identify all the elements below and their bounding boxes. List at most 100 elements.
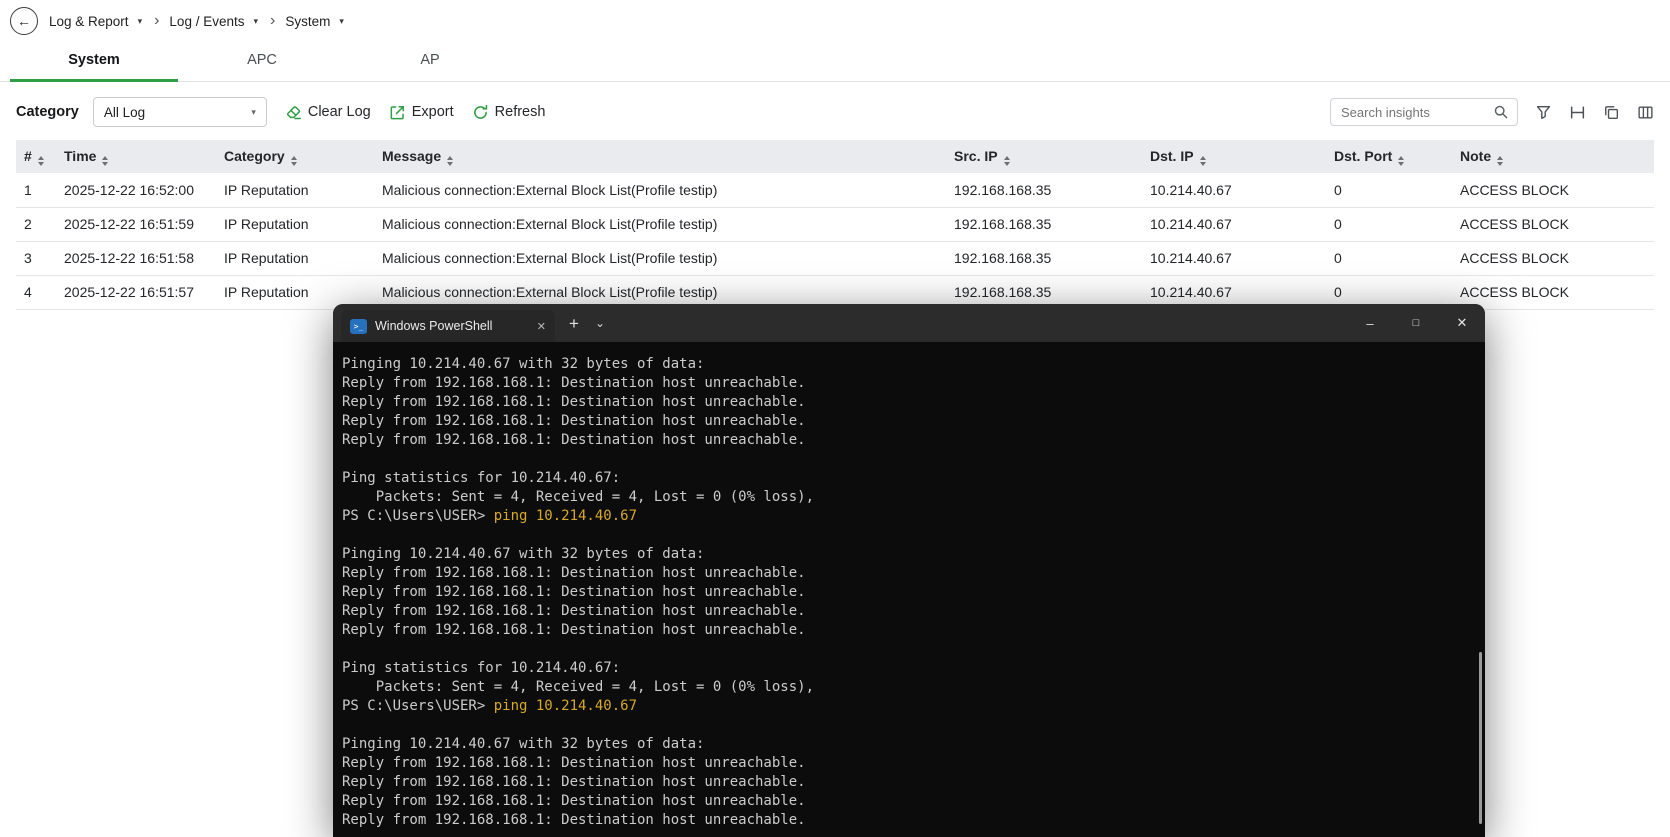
table-cell: 0 bbox=[1326, 241, 1452, 276]
sort-icon bbox=[1199, 155, 1206, 166]
column-header-label: Time bbox=[64, 147, 97, 164]
column-header-num[interactable]: # bbox=[16, 140, 56, 173]
columns-icon[interactable] bbox=[1637, 104, 1654, 121]
breadcrumb-separator: › bbox=[154, 12, 160, 29]
table-cell: ACCESS BLOCK bbox=[1452, 241, 1654, 276]
table-cell: ACCESS BLOCK bbox=[1452, 173, 1654, 208]
terminal-scrollbar[interactable] bbox=[1479, 652, 1482, 824]
minimize-button[interactable]: – bbox=[1347, 304, 1393, 342]
sort-icon bbox=[1003, 155, 1010, 166]
powershell-icon: >_ bbox=[350, 318, 367, 334]
breadcrumb-item-log-report[interactable]: Log & Report bbox=[49, 14, 129, 29]
clear-log-label: Clear Log bbox=[307, 104, 371, 120]
chevron-down-icon[interactable]: ▾ bbox=[251, 14, 260, 29]
category-label: Category bbox=[16, 104, 79, 120]
table-cell: 2025-12-22 16:51:59 bbox=[56, 207, 216, 242]
column-header-label: Dst. Port bbox=[1334, 147, 1393, 164]
toolbar: Category All Log ▾ Clear Log Export Refr… bbox=[0, 82, 1670, 140]
terminal-line: Packets: Sent = 4, Received = 4, Lost = … bbox=[342, 489, 815, 505]
column-header-category[interactable]: Category bbox=[216, 140, 374, 173]
close-button[interactable]: ✕ bbox=[1439, 304, 1485, 342]
table-cell: ACCESS BLOCK bbox=[1452, 207, 1654, 242]
search-insights-box[interactable] bbox=[1330, 98, 1518, 126]
terminal-line: Pinging 10.214.40.67 with 32 bytes of da… bbox=[342, 356, 705, 372]
category-selected-value: All Log bbox=[103, 104, 146, 120]
tab-system[interactable]: System bbox=[10, 42, 178, 82]
terminal-output: Pinging 10.214.40.67 with 32 bytes of da… bbox=[333, 342, 1485, 830]
terminal-line: Packets: Sent = 4, Received = 4, Lost = … bbox=[342, 679, 815, 695]
chevron-down-icon[interactable]: ▾ bbox=[136, 14, 145, 29]
chevron-down-icon[interactable]: ▾ bbox=[337, 14, 346, 29]
table-cell: 0 bbox=[1326, 207, 1452, 242]
refresh-label: Refresh bbox=[494, 104, 546, 120]
column-header-message[interactable]: Message bbox=[374, 140, 946, 173]
column-header-label: Category bbox=[224, 147, 285, 164]
tab-bar: System APC AP bbox=[0, 42, 1670, 82]
sort-icon bbox=[1398, 155, 1405, 166]
filter-icon[interactable] bbox=[1535, 104, 1552, 121]
column-header-label: Src. IP bbox=[954, 147, 998, 164]
column-header-dst-ip[interactable]: Dst. IP bbox=[1142, 140, 1326, 173]
maximize-button[interactable]: □ bbox=[1393, 304, 1439, 342]
table-row[interactable]: 2 2025-12-22 16:51:59 IP Reputation Malicio… bbox=[16, 207, 1654, 242]
export-button[interactable]: Export bbox=[389, 104, 454, 121]
table-cell: 192.168.168.35 bbox=[946, 241, 1142, 276]
tab-apc[interactable]: APC bbox=[178, 42, 346, 81]
column-header-label: Note bbox=[1460, 147, 1492, 164]
table-cell: 10.214.40.67 bbox=[1142, 173, 1326, 208]
terminal-line: Reply from 192.168.168.1: Destination ho… bbox=[342, 432, 806, 448]
terminal-line: Reply from 192.168.168.1: Destination ho… bbox=[342, 793, 806, 809]
sort-icon bbox=[290, 155, 297, 166]
sort-icon bbox=[447, 155, 454, 166]
tab-close-icon[interactable]: ✕ bbox=[537, 320, 546, 333]
table-row[interactable]: 1 2025-12-22 16:52:00 IP Reputation Malicio… bbox=[16, 173, 1654, 208]
table-cell: 2025-12-22 16:52:00 bbox=[56, 173, 216, 208]
search-input[interactable] bbox=[1339, 103, 1487, 121]
breadcrumb-item-log-events[interactable]: Log / Events bbox=[169, 14, 244, 29]
table-cell: 10.214.40.67 bbox=[1142, 241, 1326, 276]
export-label: Export bbox=[411, 104, 454, 120]
copy-icon[interactable] bbox=[1603, 104, 1620, 121]
search-icon[interactable] bbox=[1493, 104, 1509, 120]
table-row[interactable]: 3 2025-12-22 16:51:58 IP Reputation Malicio… bbox=[16, 241, 1654, 276]
table-cell: IP Reputation bbox=[216, 173, 374, 208]
column-header-label: Message bbox=[382, 147, 442, 164]
table-cell: IP Reputation bbox=[216, 207, 374, 242]
terminal-line: Reply from 192.168.168.1: Destination ho… bbox=[342, 774, 806, 790]
terminal-line: Reply from 192.168.168.1: Destination ho… bbox=[342, 375, 806, 391]
clear-log-button[interactable]: Clear Log bbox=[285, 104, 371, 121]
column-header-label: # bbox=[24, 147, 32, 164]
column-header-src-ip[interactable]: Src. IP bbox=[946, 140, 1142, 173]
log-table: # Time Category Message Src. IP Dst. IP Dst. P… bbox=[16, 140, 1654, 310]
terminal-titlebar[interactable]: >_ Windows PowerShell ✕ + ⌄ – □ ✕ bbox=[333, 304, 1485, 342]
table-cell: 4 bbox=[16, 275, 56, 310]
back-button[interactable]: ← bbox=[10, 7, 38, 35]
terminal-line: Ping statistics for 10.214.40.67: bbox=[342, 660, 621, 676]
column-header-note[interactable]: Note bbox=[1452, 140, 1654, 173]
column-header-label: Dst. IP bbox=[1150, 147, 1194, 164]
table-cell: IP Reputation bbox=[216, 241, 374, 276]
table-header-row: # Time Category Message Src. IP Dst. IP Dst. P… bbox=[16, 140, 1654, 173]
fit-column-width-icon[interactable] bbox=[1569, 104, 1586, 121]
breadcrumb: ← Log & Report ▾ › Log / Events ▾ › Syst… bbox=[0, 0, 1670, 42]
column-header-time[interactable]: Time bbox=[56, 140, 216, 173]
new-tab-button[interactable]: + bbox=[569, 315, 579, 332]
category-select[interactable]: All Log ▾ bbox=[92, 97, 267, 127]
terminal-tab[interactable]: >_ Windows PowerShell ✕ bbox=[341, 310, 555, 342]
refresh-icon bbox=[472, 104, 489, 121]
table-cell: 10.214.40.67 bbox=[1142, 207, 1326, 242]
table-cell: 2025-12-22 16:51:57 bbox=[56, 275, 216, 310]
sort-icon bbox=[1497, 155, 1504, 166]
breadcrumb-item-system[interactable]: System bbox=[285, 14, 330, 29]
table-cell: 0 bbox=[1326, 173, 1452, 208]
sort-icon bbox=[37, 155, 44, 166]
refresh-button[interactable]: Refresh bbox=[472, 104, 546, 121]
tab-dropdown-icon[interactable]: ⌄ bbox=[595, 317, 605, 329]
chevron-down-icon: ▾ bbox=[251, 106, 256, 117]
terminal-line: Pinging 10.214.40.67 with 32 bytes of da… bbox=[342, 546, 705, 562]
table-cell: Malicious connection:External Block List… bbox=[374, 241, 946, 276]
column-header-dst-port[interactable]: Dst. Port bbox=[1326, 140, 1452, 173]
tab-ap[interactable]: AP bbox=[346, 42, 514, 81]
